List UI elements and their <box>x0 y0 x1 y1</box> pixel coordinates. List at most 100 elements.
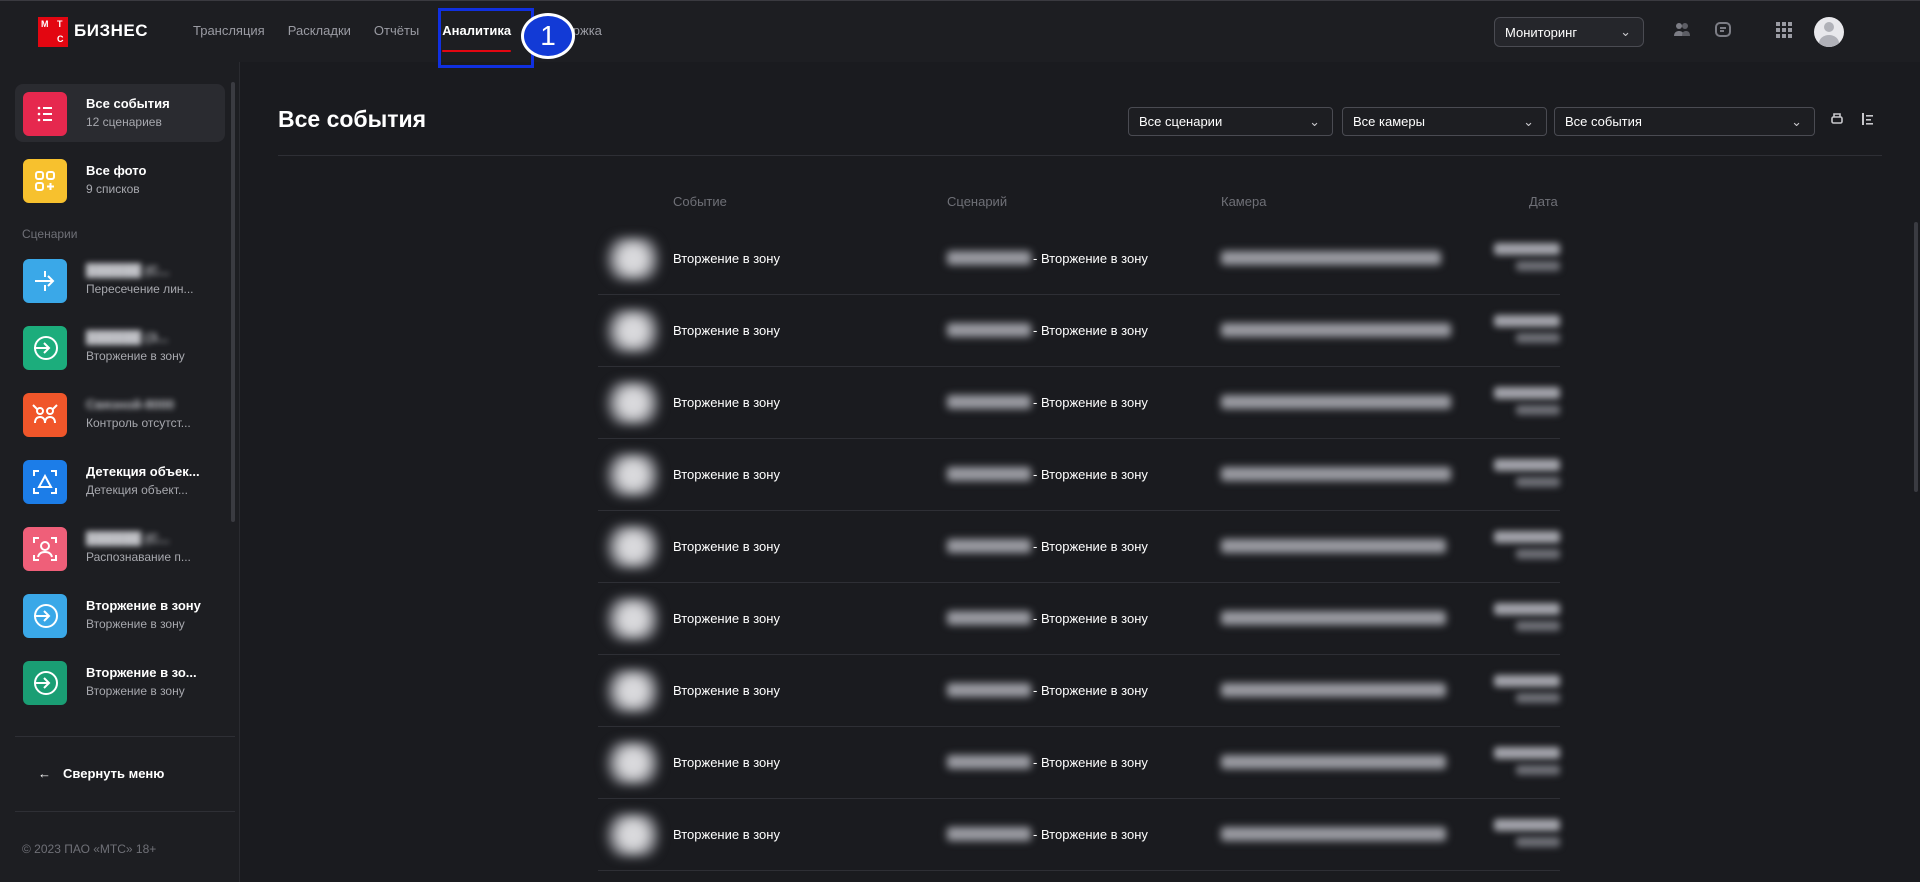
sidebar-item-subtitle: Распознавание п... <box>86 550 191 564</box>
event-thumbnail[interactable] <box>600 309 660 353</box>
table-row[interactable]: Вторжение в зону - Вторжение в зону <box>598 439 1560 511</box>
column-header-date: Дата <box>1529 194 1558 209</box>
event-thumbnail[interactable] <box>600 669 660 713</box>
monitoring-select[interactable]: Мониторинг ⌄ <box>1494 17 1644 47</box>
time-redacted <box>1516 477 1560 487</box>
time-redacted <box>1516 405 1560 415</box>
sidebar-item-all-photos[interactable]: Все фото 9 списков <box>15 151 225 209</box>
time-redacted <box>1516 765 1560 775</box>
table-row[interactable]: Вторжение в зону - Вторжение в зону <box>598 655 1560 727</box>
scenario-name-redacted <box>947 251 1031 265</box>
sidebar-scenario-item[interactable]: ██████ (С... Распознавание п... <box>15 519 225 577</box>
page-title: Все события <box>278 106 427 132</box>
print-icon[interactable] <box>1828 112 1846 130</box>
sidebar-item-title: Связной-8000 <box>86 397 175 412</box>
time-redacted <box>1516 621 1560 631</box>
sidebar-item-all-events[interactable]: Все события 12 сценариев <box>15 84 225 142</box>
sidebar-scenario-item[interactable]: Детекция объек... Детекция объект... <box>15 452 225 510</box>
logo-letter: М <box>41 19 49 29</box>
column-header-scenario: Сценарий <box>947 194 1008 209</box>
table-row[interactable]: Вторжение в зону - Вторжение в зону <box>598 799 1560 871</box>
date-redacted <box>1494 675 1560 687</box>
event-thumbnail[interactable] <box>600 813 660 857</box>
scenario-name-redacted <box>947 683 1031 697</box>
camera-name-redacted <box>1221 611 1446 625</box>
time-redacted <box>1516 693 1560 703</box>
mts-logo[interactable]: М Т С <box>38 17 68 47</box>
camera-name-redacted <box>1221 827 1446 841</box>
sort-list-icon[interactable] <box>1858 112 1876 130</box>
sidebar-item-subtitle: Вторжение в зону <box>86 684 185 698</box>
date-redacted <box>1494 819 1560 831</box>
event-cell: Вторжение в зону <box>673 539 780 554</box>
date-redacted <box>1494 531 1560 543</box>
sidebar-item-title: ██████ (С... <box>86 531 170 546</box>
scenario-filter-value: Все сценарии <box>1139 114 1223 129</box>
arrow-left-icon: ← <box>38 766 51 781</box>
nav-translation[interactable]: Трансляция <box>193 23 265 38</box>
header-divider <box>278 155 1882 156</box>
collapse-menu-button[interactable]: ← Свернуть меню <box>38 766 164 781</box>
camera-name-redacted <box>1221 395 1451 409</box>
event-cell: Вторжение в зону <box>673 395 780 410</box>
sidebar-scenario-item[interactable]: ██████ (С... Пересечение лин... <box>15 251 225 309</box>
event-thumbnail[interactable] <box>600 525 660 569</box>
sidebar-scrollbar[interactable] <box>231 82 235 522</box>
logo-letter: С <box>57 34 64 44</box>
sidebar-item-title: Все события <box>86 96 170 111</box>
sidebar-scenario-item[interactable]: ██████ (З... Вторжение в зону <box>15 318 225 376</box>
table-row[interactable]: Вторжение в зону - Вторжение в зону <box>598 295 1560 367</box>
monitoring-select-value: Мониторинг <box>1505 25 1578 40</box>
time-redacted <box>1516 549 1560 559</box>
sidebar-item-title: Все фото <box>86 163 147 178</box>
users-icon[interactable] <box>1672 21 1692 41</box>
nav-reports[interactable]: Отчёты <box>374 23 419 38</box>
scenario-name-redacted <box>947 755 1031 769</box>
sidebar-scenario-item[interactable]: Вторжение в зону Вторжение в зону <box>15 586 225 644</box>
table-row[interactable]: Вторжение в зону - Вторжение в зону <box>598 583 1560 655</box>
sidebar-divider <box>15 736 235 737</box>
chat-icon[interactable] <box>1713 21 1733 41</box>
event-thumbnail[interactable] <box>600 453 660 497</box>
table-row[interactable]: Вторжение в зону - Вторжение в зону <box>598 511 1560 583</box>
event-thumbnail[interactable] <box>600 741 660 785</box>
sidebar-divider <box>15 811 235 812</box>
chevron-down-icon: ⌄ <box>1523 114 1534 129</box>
date-redacted <box>1494 747 1560 759</box>
scenario-cell: - Вторжение в зону <box>1033 539 1148 554</box>
nav-layouts[interactable]: Раскладки <box>288 23 351 38</box>
event-cell: Вторжение в зону <box>673 467 780 482</box>
time-redacted <box>1516 261 1560 271</box>
sidebar-item-subtitle: Детекция объект... <box>86 483 188 497</box>
event-thumbnail[interactable] <box>600 237 660 281</box>
chevron-down-icon: ⌄ <box>1309 114 1320 129</box>
event-filter-select[interactable]: Все события ⌄ <box>1554 107 1815 136</box>
camera-filter-select[interactable]: Все камеры ⌄ <box>1342 107 1547 136</box>
event-thumbnail[interactable] <box>600 597 660 641</box>
annotation-highlight-box <box>438 8 534 68</box>
event-thumbnail[interactable] <box>600 381 660 425</box>
scenario-name-redacted <box>947 539 1031 553</box>
time-redacted <box>1516 837 1560 847</box>
grid-plus-icon <box>23 159 67 203</box>
table-row[interactable]: Вторжение в зону - Вторжение в зону <box>598 223 1560 295</box>
event-cell: Вторжение в зону <box>673 827 780 842</box>
sidebar-scenario-item[interactable]: Вторжение в зо... Вторжение в зону <box>15 653 225 711</box>
sidebar-item-title: ██████ (З... <box>86 330 169 345</box>
camera-name-redacted <box>1221 755 1446 769</box>
main-scrollbar[interactable] <box>1914 222 1918 492</box>
scenario-filter-select[interactable]: Все сценарии ⌄ <box>1128 107 1333 136</box>
logo-letter: Т <box>57 19 63 29</box>
date-redacted <box>1494 243 1560 255</box>
apps-grid-icon[interactable] <box>1774 21 1794 41</box>
scenario-cell: - Вторжение в зону <box>1033 395 1148 410</box>
event-cell: Вторжение в зону <box>673 755 780 770</box>
avatar[interactable] <box>1814 17 1844 47</box>
sidebar-scenario-item[interactable]: Связной-8000 Контроль отсутст... <box>15 385 225 443</box>
event-cell: Вторжение в зону <box>673 323 780 338</box>
event-cell: Вторжение в зону <box>673 611 780 626</box>
sidebar-item-subtitle: Контроль отсутст... <box>86 416 191 430</box>
table-row[interactable]: Вторжение в зону - Вторжение в зону <box>598 727 1560 799</box>
column-header-event: Событие <box>673 194 727 209</box>
table-row[interactable]: Вторжение в зону - Вторжение в зону <box>598 367 1560 439</box>
